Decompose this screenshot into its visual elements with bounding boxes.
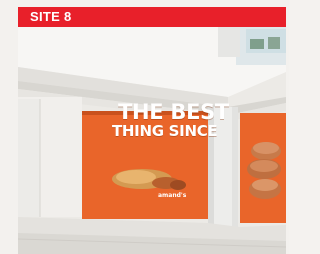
advert-headline: THE BEST THING SINCE (112, 100, 229, 140)
advert-brand: amand's (158, 192, 187, 199)
site-label: SITE 8 (30, 9, 72, 24)
advert-headline-line2: THING SINCE (112, 122, 218, 140)
image-frame: SITE 8 THE BEST THING SINCE amand's (0, 0, 289, 254)
advert-headline-line1: THE BEST (118, 100, 229, 124)
mall-storefront-photo (18, 27, 286, 254)
